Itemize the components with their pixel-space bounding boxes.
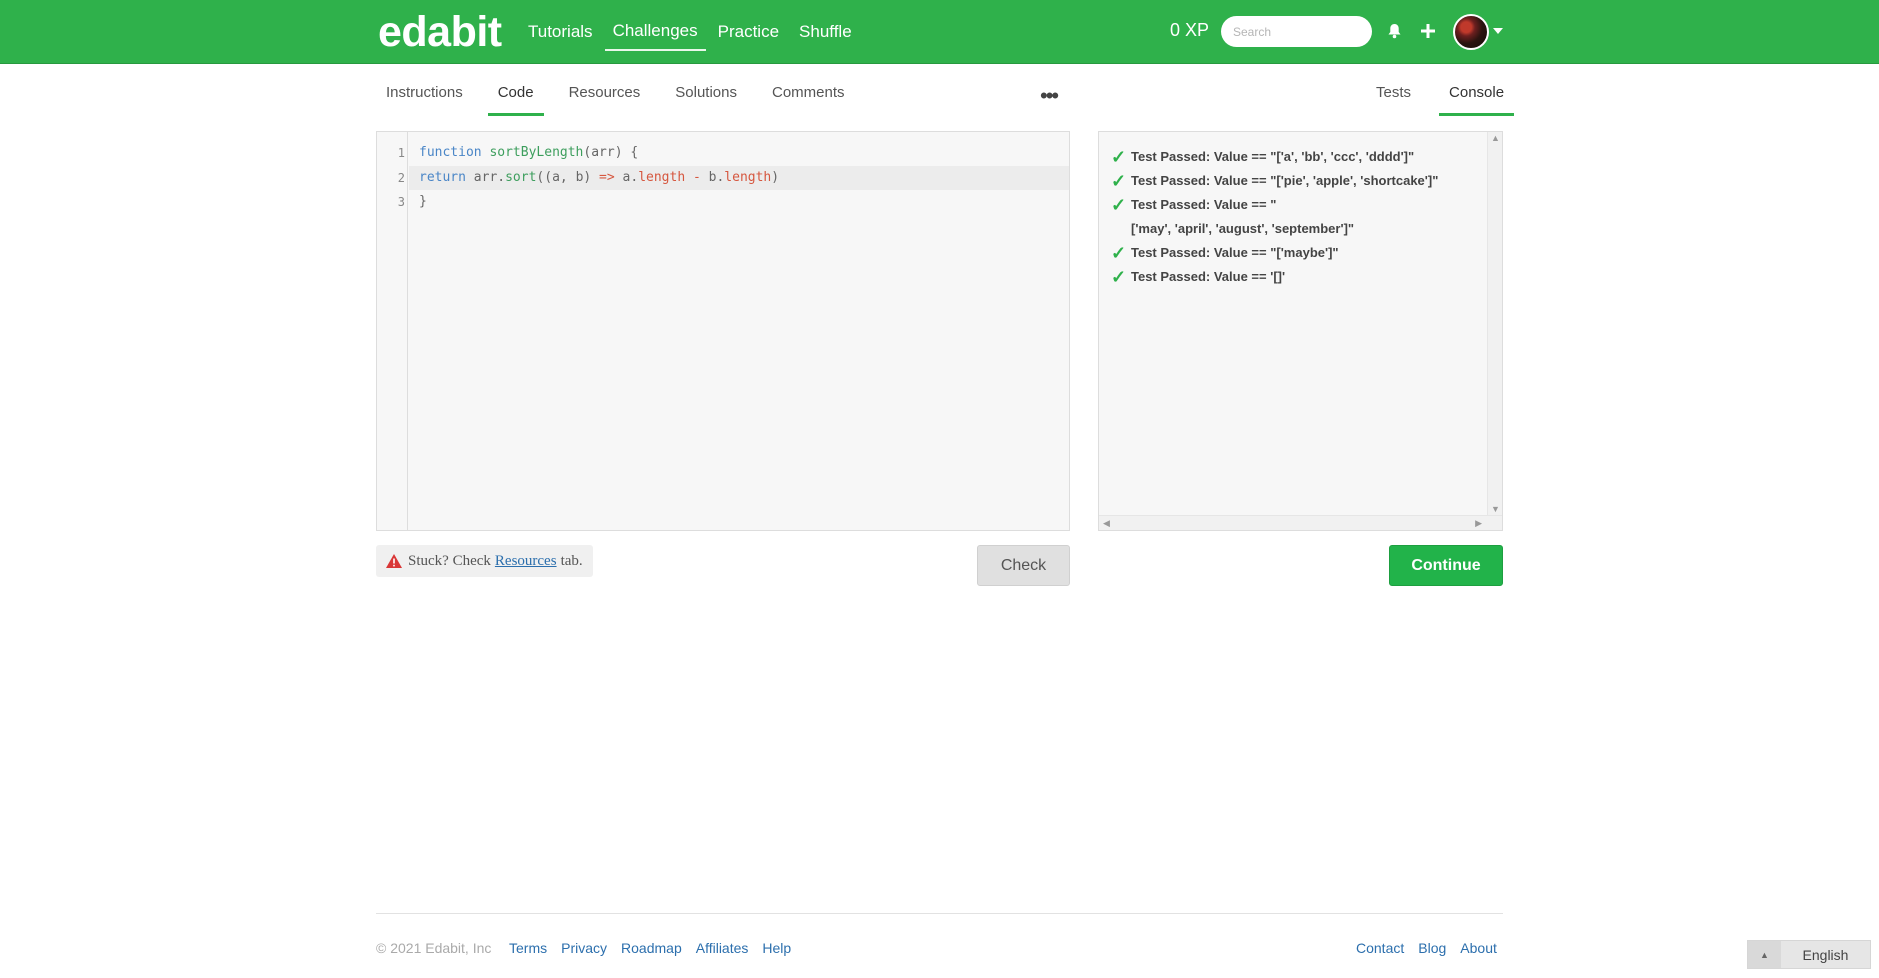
xp-counter[interactable]: 0 XP: [1170, 20, 1209, 41]
scroll-left-icon[interactable]: ◀: [1103, 518, 1110, 529]
footer-link-privacy[interactable]: Privacy: [561, 940, 607, 956]
test-result: ✓ Test Passed: Value == ": [1111, 195, 1277, 215]
line-number: 3: [397, 195, 405, 209]
checkmark-icon: ✓: [1111, 267, 1127, 287]
footer-links-right: Contact Blog About: [1342, 940, 1497, 956]
more-options-icon[interactable]: •••: [1040, 83, 1059, 109]
footer-link-about[interactable]: About: [1460, 940, 1497, 956]
continue-button[interactable]: Continue: [1389, 545, 1503, 586]
tab-resources[interactable]: Resources: [559, 78, 651, 116]
footer-link-blog[interactable]: Blog: [1418, 940, 1446, 956]
main-nav: Tutorials Challenges Practice Shuffle: [520, 0, 864, 64]
output-tabs: Tests Console: [1358, 78, 1524, 116]
language-label: English: [1802, 946, 1849, 963]
nav-tutorials[interactable]: Tutorials: [520, 14, 601, 50]
checkmark-icon: ✓: [1111, 171, 1127, 191]
footer-link-terms[interactable]: Terms: [509, 940, 547, 956]
plus-icon[interactable]: [1417, 20, 1439, 42]
test-result: ✓ Test Passed: Value == "['maybe']": [1111, 243, 1339, 263]
test-result-text: Test Passed: Value == "['maybe']": [1131, 245, 1339, 260]
line-number: 1: [397, 146, 405, 160]
footer-divider: [376, 913, 1503, 914]
scroll-up-icon[interactable]: ▲: [1491, 133, 1500, 143]
test-result-text: Test Passed: Value == '[]': [1131, 269, 1286, 284]
nav-practice[interactable]: Practice: [710, 14, 787, 50]
tab-code[interactable]: Code: [487, 78, 544, 116]
tab-solutions[interactable]: Solutions: [665, 78, 747, 116]
scroll-right-icon[interactable]: ▶: [1475, 518, 1482, 529]
chevron-up-icon[interactable]: ▲: [1748, 941, 1781, 968]
bell-icon[interactable]: [1383, 20, 1405, 42]
test-result-text: ['may', 'april', 'august', 'september']": [1131, 221, 1355, 236]
console-output: ✓ Test Passed: Value == "['a', 'bb', 'cc…: [1098, 131, 1503, 531]
footer-link-contact[interactable]: Contact: [1356, 940, 1404, 956]
test-result: ✓ Test Passed: Value == '[]': [1111, 267, 1286, 287]
code-line-active[interactable]: return arr.sort((a, b) => a.length - b.l…: [409, 166, 1069, 190]
scroll-down-icon[interactable]: ▼: [1491, 504, 1500, 514]
top-navigation-bar: edabit Tutorials Challenges Practice Shu…: [0, 0, 1879, 64]
test-result: ✓ Test Passed: Value == "['pie', 'apple'…: [1111, 171, 1439, 191]
footer-link-help[interactable]: Help: [762, 940, 791, 956]
test-result-text: Test Passed: Value == "['pie', 'apple', …: [1131, 173, 1439, 188]
resources-link[interactable]: Resources: [495, 553, 557, 570]
footer-link-roadmap[interactable]: Roadmap: [621, 940, 682, 956]
copyright: © 2021 Edabit, Inc: [376, 940, 492, 956]
tab-instructions[interactable]: Instructions: [376, 78, 473, 116]
line-number-gutter: 1 2 3: [377, 132, 408, 530]
checkmark-icon: ✓: [1111, 243, 1127, 263]
code-line[interactable]: function sortByLength(arr) {: [409, 141, 1069, 165]
avatar[interactable]: [1453, 14, 1489, 50]
horizontal-scrollbar[interactable]: ◀ ▶: [1099, 515, 1502, 530]
check-button[interactable]: Check: [977, 545, 1070, 586]
stuck-suffix: tab.: [560, 552, 583, 569]
edabit-logo[interactable]: edabit: [378, 8, 502, 57]
warning-icon: [386, 554, 402, 568]
vertical-scrollbar[interactable]: ▲ ▼: [1487, 132, 1502, 515]
checkmark-icon: ✓: [1111, 147, 1127, 167]
tab-console[interactable]: Console: [1439, 78, 1515, 116]
nav-shuffle[interactable]: Shuffle: [791, 14, 860, 50]
chevron-down-icon[interactable]: [1493, 28, 1503, 34]
test-result-text: Test Passed: Value == ": [1131, 197, 1277, 212]
test-result-text: Test Passed: Value == "['a', 'bb', 'ccc'…: [1131, 149, 1415, 164]
nav-challenges[interactable]: Challenges: [604, 13, 706, 51]
tab-comments[interactable]: Comments: [762, 78, 855, 116]
footer-links-left: Terms Privacy Roadmap Affiliates Help: [509, 940, 805, 956]
code-editor[interactable]: 1 2 3 function sortByLength(arr) { retur…: [376, 131, 1070, 531]
language-selector[interactable]: ▲ English: [1747, 940, 1871, 969]
code-line[interactable]: }: [409, 190, 1069, 214]
checkmark-icon: ✓: [1111, 195, 1127, 215]
line-number: 2: [397, 171, 405, 185]
stuck-prefix: Stuck? Check: [408, 552, 491, 569]
challenge-tabs: Instructions Code Resources Solutions Co…: [376, 78, 870, 116]
test-result: ✓ Test Passed: Value == "['a', 'bb', 'cc…: [1111, 147, 1415, 167]
tab-tests[interactable]: Tests: [1366, 78, 1421, 116]
test-result-continuation: ['may', 'april', 'august', 'september']": [1131, 221, 1354, 236]
stuck-hint: Stuck? Check Resources tab.: [376, 545, 593, 577]
search-input[interactable]: [1221, 16, 1372, 47]
footer-link-affiliates[interactable]: Affiliates: [696, 940, 749, 956]
